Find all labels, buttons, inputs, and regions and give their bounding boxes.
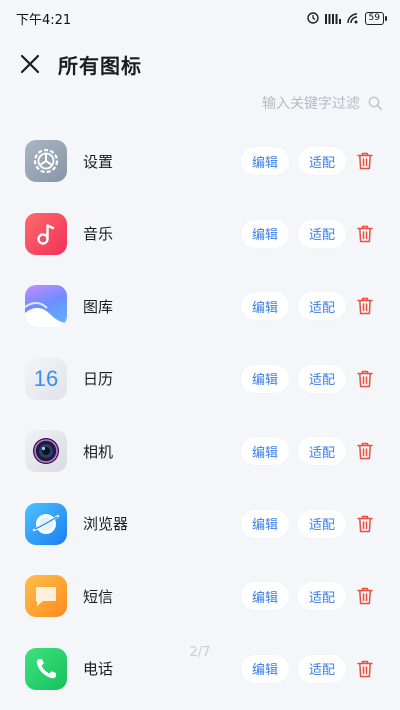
- gallery-app-icon: [25, 285, 67, 328]
- delete-button[interactable]: [355, 223, 375, 245]
- adapt-button[interactable]: 适配: [298, 509, 346, 538]
- messages-app-icon: [25, 575, 67, 618]
- edit-button[interactable]: 编辑: [241, 509, 289, 538]
- adapt-button[interactable]: 适配: [298, 219, 346, 248]
- app-name: 相机: [83, 442, 114, 461]
- delete-button[interactable]: [355, 513, 375, 535]
- edit-button[interactable]: 编辑: [241, 437, 289, 466]
- camera-app-icon: [25, 430, 67, 473]
- close-button[interactable]: [16, 50, 44, 78]
- status-icons: 59: [306, 11, 388, 25]
- list-item: 电话 编辑 适配: [0, 633, 400, 706]
- adapt-button[interactable]: 适配: [298, 364, 346, 393]
- edit-button[interactable]: 编辑: [241, 219, 289, 248]
- phone-app-icon: [25, 647, 67, 690]
- music-app-icon: [25, 212, 67, 255]
- edit-button[interactable]: 编辑: [241, 364, 289, 393]
- adapt-button[interactable]: 适配: [298, 292, 346, 321]
- wifi-icon: [346, 12, 359, 24]
- list-item: 16 日历 编辑 适配: [0, 343, 400, 416]
- list-item: 设置 编辑 适配: [0, 125, 400, 198]
- status-time: 下午4:21: [16, 12, 72, 28]
- search-icon[interactable]: [368, 95, 382, 114]
- calendar-date: 16: [33, 365, 59, 391]
- edit-button[interactable]: 编辑: [241, 582, 289, 611]
- trash-icon: [357, 660, 373, 677]
- status-bar: 下午4:21 59: [0, 0, 400, 36]
- trash-icon: [357, 225, 373, 242]
- delete-button[interactable]: [355, 658, 375, 680]
- calendar-app-icon: 16: [25, 357, 67, 400]
- search-bar: [260, 92, 382, 116]
- signal-icon: [324, 13, 341, 24]
- trash-icon: [357, 298, 373, 315]
- adapt-button[interactable]: 适配: [298, 654, 346, 683]
- browser-app-icon: [25, 502, 67, 545]
- icon-list: 设置 编辑 适配 音乐 编辑 适配 图库 编辑 适配 16 日历 编辑 适配 相…: [0, 125, 400, 705]
- list-item: 浏览器 编辑 适配: [0, 488, 400, 561]
- search-input[interactable]: [260, 96, 360, 112]
- app-name: 短信: [83, 587, 114, 606]
- edit-button[interactable]: 编辑: [241, 292, 289, 321]
- app-name: 浏览器: [83, 515, 129, 534]
- trash-icon: [357, 370, 373, 387]
- list-item: 图库 编辑 适配: [0, 270, 400, 343]
- edit-button[interactable]: 编辑: [241, 654, 289, 683]
- settings-app-icon: [25, 140, 67, 183]
- delete-button[interactable]: [355, 368, 375, 390]
- delete-button[interactable]: [355, 585, 375, 607]
- edit-button[interactable]: 编辑: [241, 147, 289, 176]
- delete-button[interactable]: [355, 440, 375, 462]
- trash-icon: [357, 515, 373, 532]
- trash-icon: [357, 153, 373, 170]
- list-item: 相机 编辑 适配: [0, 415, 400, 488]
- app-name: 电话: [83, 660, 114, 679]
- list-item: 音乐 编辑 适配: [0, 198, 400, 271]
- alarm-icon: [306, 12, 319, 24]
- adapt-button[interactable]: 适配: [298, 147, 346, 176]
- delete-button[interactable]: [355, 150, 375, 172]
- app-name: 音乐: [83, 225, 114, 244]
- adapt-button[interactable]: 适配: [298, 582, 346, 611]
- page-title: 所有图标: [58, 53, 142, 78]
- adapt-button[interactable]: 适配: [298, 437, 346, 466]
- trash-icon: [357, 443, 373, 460]
- list-item: 短信 编辑 适配: [0, 560, 400, 633]
- battery-icon: 59: [364, 11, 388, 25]
- trash-icon: [357, 588, 373, 605]
- close-icon: [20, 54, 40, 74]
- app-name: 设置: [83, 152, 114, 171]
- title-bar: 所有图标: [0, 44, 400, 84]
- app-name: 图库: [83, 297, 114, 316]
- app-name: 日历: [83, 370, 114, 389]
- delete-button[interactable]: [355, 295, 375, 317]
